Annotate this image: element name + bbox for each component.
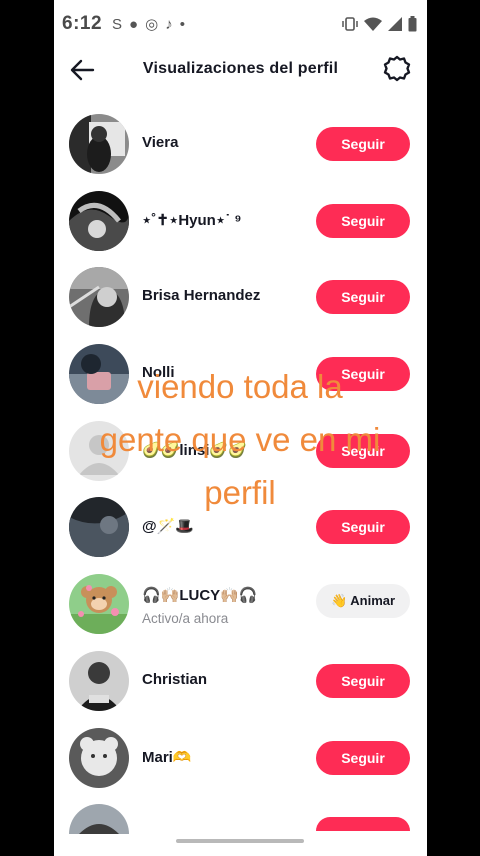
username: Viera <box>142 134 179 151</box>
wifi-icon <box>364 17 382 31</box>
list-item[interactable]: 🎧🙌🏼LUCY🙌🏼🎧 Activo/a ahora 👋 Animar <box>54 568 427 645</box>
username: 🥑🥑linsi🥑🥑 <box>142 441 247 459</box>
avatar[interactable] <box>69 344 129 405</box>
vibrate-icon <box>342 17 358 31</box>
status-time: 6:12 <box>62 13 103 34</box>
list-item[interactable]: Christian Seguir <box>54 645 427 722</box>
battery-icon <box>408 16 417 32</box>
home-indicator[interactable] <box>176 839 304 843</box>
follow-button[interactable]: Seguir <box>316 740 410 775</box>
follow-button[interactable]: Seguir <box>316 127 410 161</box>
list-item[interactable]: Viera Seguir <box>54 108 427 185</box>
list-item[interactable]: @🪄🎩 Seguir <box>54 491 427 568</box>
follow-button[interactable] <box>316 817 410 832</box>
list-item[interactable] <box>54 798 427 838</box>
signal-icon <box>388 17 402 31</box>
notification-icon-4: ♪ <box>165 15 173 33</box>
username: Nolli <box>142 364 175 382</box>
status-bar: 6:12 S ● ◎ ♪ • <box>54 0 427 48</box>
username: 🎧🙌🏼LUCY🙌🏼🎧 <box>142 587 258 605</box>
list-item[interactable]: ⋆˚✝︎⋆Hyun⋆˙ ⁹ Seguir <box>54 185 427 262</box>
avatar[interactable] <box>69 267 129 328</box>
avatar[interactable] <box>69 190 129 251</box>
username: Brisa Hernandez <box>142 287 261 305</box>
avatar[interactable] <box>69 804 129 835</box>
username: @🪄🎩 <box>142 518 194 536</box>
system-icons <box>342 16 417 32</box>
follow-button[interactable]: Seguir <box>316 663 410 698</box>
follow-button[interactable]: Seguir <box>316 280 410 315</box>
avatar[interactable] <box>69 420 129 481</box>
list-item[interactable]: 🥑🥑linsi🥑🥑 Seguir <box>54 415 427 492</box>
username: ⋆˚✝︎⋆Hyun⋆˙ ⁹ <box>142 211 242 229</box>
avatar[interactable] <box>69 727 129 788</box>
notification-icons: S ● ◎ ♪ • <box>112 15 185 34</box>
list-item[interactable]: Brisa Hernandez Seguir <box>54 261 427 338</box>
avatar[interactable] <box>69 114 129 174</box>
username: Christian <box>142 670 208 688</box>
list-item[interactable]: Nolli Seguir <box>54 338 427 415</box>
profile-viewers-list: Viera Seguir ⋆˚✝︎⋆Hyun⋆˙ ⁹ Seguir Brisa … <box>54 108 427 838</box>
notification-icon-2: ● <box>129 15 139 33</box>
avatar[interactable] <box>69 650 129 711</box>
follow-button[interactable]: Seguir <box>316 510 410 545</box>
follow-button[interactable]: Seguir <box>316 203 410 238</box>
avatar[interactable] <box>69 574 129 635</box>
wave-button[interactable]: 👋 Animar <box>316 584 410 619</box>
page-title: Visualizaciones del perfil <box>142 60 339 77</box>
username: Mari🫶 <box>142 748 192 766</box>
list-item[interactable]: Mari🫶 Seguir <box>54 722 427 799</box>
active-status: Activo/a ahora <box>142 611 229 627</box>
notification-icon-5: • <box>179 15 185 33</box>
follow-button[interactable]: Seguir <box>316 357 410 392</box>
gear-icon[interactable] <box>382 54 412 84</box>
notification-icon-1: S <box>112 15 123 33</box>
app-bar: Visualizaciones del perfil <box>54 48 427 92</box>
app-screen: 6:12 S ● ◎ ♪ • Visualizaciones del perfi… <box>54 0 427 856</box>
follow-button[interactable]: Seguir <box>316 433 410 468</box>
notification-icon-3: ◎ <box>145 16 159 33</box>
avatar[interactable] <box>69 497 129 558</box>
